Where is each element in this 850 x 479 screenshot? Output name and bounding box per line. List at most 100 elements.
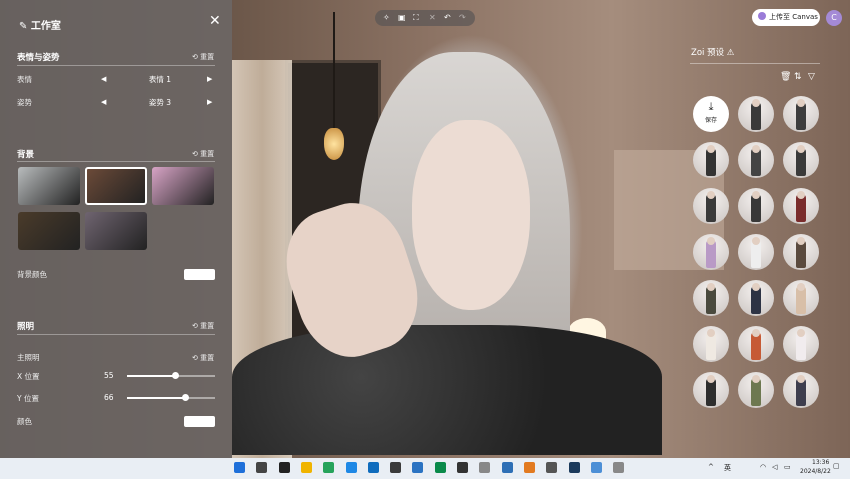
preset-thumbnail[interactable] — [783, 280, 819, 316]
wifi-icon[interactable]: ◠ — [760, 463, 766, 471]
notification-icon[interactable]: ▢ — [833, 462, 840, 470]
y-position-handle[interactable] — [182, 394, 190, 401]
sort-icon[interactable]: ⇅ — [794, 72, 802, 82]
camera-icon[interactable]: ▣ — [398, 13, 406, 22]
preset-thumbnail[interactable] — [738, 372, 774, 408]
taskbar-app-icon[interactable] — [457, 462, 468, 473]
background-thumbnail[interactable] — [85, 212, 147, 250]
pose-next-button[interactable]: ▶ — [207, 98, 212, 106]
preset-thumbnail[interactable] — [783, 142, 819, 178]
preset-thumbnail[interactable] — [693, 280, 729, 316]
volume-icon[interactable]: ◁ — [772, 463, 777, 471]
background-thumbnail[interactable] — [152, 167, 214, 205]
frame-icon[interactable]: ⛶ — [413, 13, 419, 23]
taskbar-app-icon[interactable] — [323, 462, 335, 473]
taskbar-app-icon[interactable] — [568, 462, 580, 473]
lamp-bulb — [324, 128, 344, 160]
expression-next-button[interactable]: ▶ — [207, 75, 212, 83]
save-preset-label: 保存 — [704, 117, 717, 124]
input-language[interactable]: 英 — [724, 463, 731, 473]
taskbar: ^ 英 ◠ ◁ ▭ 13:36 2024/8/22 ▢ — [0, 458, 850, 479]
pose-prev-button[interactable]: ◀ — [101, 98, 106, 106]
upload-canvas-label: 上传至 Canvas — [769, 13, 818, 21]
preset-head — [752, 375, 760, 383]
lighting-reset-button[interactable]: ⟲ 重置 — [192, 321, 214, 331]
reset-label: 重置 — [200, 53, 215, 61]
taskbar-app-icon[interactable] — [523, 462, 535, 473]
taskbar-app-icon[interactable] — [256, 462, 268, 473]
taskbar-app-icon[interactable] — [479, 462, 491, 473]
warning-icon[interactable]: ⚠ — [727, 48, 735, 58]
preset-thumbnail[interactable] — [693, 372, 729, 408]
y-position-fill — [127, 397, 186, 399]
expression-prev-button[interactable]: ◀ — [101, 75, 106, 83]
undo-icon[interactable]: ↶ — [444, 13, 451, 22]
expression-label: 表情 — [17, 75, 32, 84]
taskbar-app-icon[interactable] — [345, 462, 357, 473]
upload-canvas-button[interactable]: 上传至 Canvas — [752, 9, 820, 26]
expression-pose-heading: 表情与姿势 — [17, 53, 60, 63]
trash-icon[interactable]: 🗑 — [780, 72, 791, 82]
preset-head — [752, 283, 760, 291]
battery-icon[interactable]: ▭ — [784, 463, 791, 471]
chevron-up-icon[interactable]: ^ — [708, 463, 714, 471]
taskbar-app-icon[interactable] — [300, 462, 312, 473]
preset-thumbnail[interactable] — [693, 234, 729, 270]
preset-thumbnail[interactable] — [738, 234, 774, 270]
taskbar-app-icon[interactable] — [590, 462, 602, 473]
background-thumbnail[interactable] — [18, 167, 80, 205]
redo-icon[interactable]: ↷ — [459, 13, 466, 22]
preset-head — [797, 237, 805, 245]
preset-thumbnail[interactable] — [738, 326, 774, 362]
preset-thumbnail[interactable] — [693, 326, 729, 362]
expression-value: 表情 1 — [148, 75, 172, 84]
taskbar-app-icon[interactable] — [367, 462, 379, 473]
preset-thumbnail[interactable] — [738, 188, 774, 224]
filter-icon[interactable]: ▽ — [808, 72, 815, 82]
preset-head — [707, 329, 715, 337]
preset-head — [707, 237, 715, 245]
clock-date[interactable]: 2024/8/22 — [800, 468, 831, 475]
studio-panel: ✎ 工作室 ✕ 表情与姿势 ⟲ 重置 表情 ◀ 表情 1 ▶ 姿势 ◀ 姿势 3… — [0, 0, 232, 458]
preset-thumbnail[interactable] — [738, 142, 774, 178]
taskbar-app-icon[interactable] — [501, 462, 513, 473]
preset-thumbnail[interactable] — [783, 326, 819, 362]
taskbar-app-icon[interactable] — [234, 462, 245, 473]
preset-thumbnail[interactable] — [693, 142, 729, 178]
background-reset-button[interactable]: ⟲ 重置 — [192, 149, 214, 159]
save-preset-button[interactable]: ⤓ 保存 — [693, 96, 729, 132]
preset-thumbnail[interactable] — [783, 234, 819, 270]
taskbar-app-icon[interactable] — [546, 462, 558, 473]
preset-thumbnail[interactable] — [693, 188, 729, 224]
background-color-swatch[interactable] — [184, 269, 215, 280]
background-color-label: 背景颜色 — [17, 270, 47, 279]
avatar[interactable]: C — [826, 10, 842, 26]
preset-thumbnail[interactable] — [738, 280, 774, 316]
expression-pose-reset-button[interactable]: ⟲ 重置 — [192, 52, 214, 62]
close-icon[interactable]: ✕ — [429, 13, 436, 22]
preset-thumbnail[interactable] — [783, 96, 819, 132]
preset-head — [752, 237, 760, 245]
x-position-handle[interactable] — [172, 372, 180, 379]
clock-time[interactable]: 13:36 — [812, 459, 829, 466]
reset-icon: ⟲ — [192, 150, 198, 158]
main-light-reset-button[interactable]: ⟲ 重置 — [192, 353, 214, 363]
taskbar-app-icon[interactable] — [613, 462, 625, 473]
taskbar-app-icon[interactable] — [412, 462, 424, 473]
close-studio-button[interactable]: ✕ — [209, 13, 221, 29]
preset-thumbnail[interactable] — [783, 188, 819, 224]
preset-head — [752, 329, 760, 337]
background-thumbnail[interactable] — [18, 212, 80, 250]
preset-thumbnail[interactable] — [738, 96, 774, 132]
preset-thumbnail[interactable] — [783, 372, 819, 408]
preset-head — [752, 99, 760, 107]
taskbar-app-icon[interactable] — [390, 462, 402, 473]
close-icon[interactable]: ✕ — [209, 13, 221, 29]
taskbar-app-icon[interactable] — [434, 462, 446, 473]
preset-head — [797, 283, 805, 291]
background-thumbnail-selected[interactable] — [85, 167, 147, 205]
taskbar-app-icon[interactable] — [278, 462, 290, 473]
sparkle-icon[interactable]: ✧ — [383, 13, 390, 22]
preset-head — [707, 375, 715, 383]
light-color-swatch[interactable] — [184, 416, 215, 427]
